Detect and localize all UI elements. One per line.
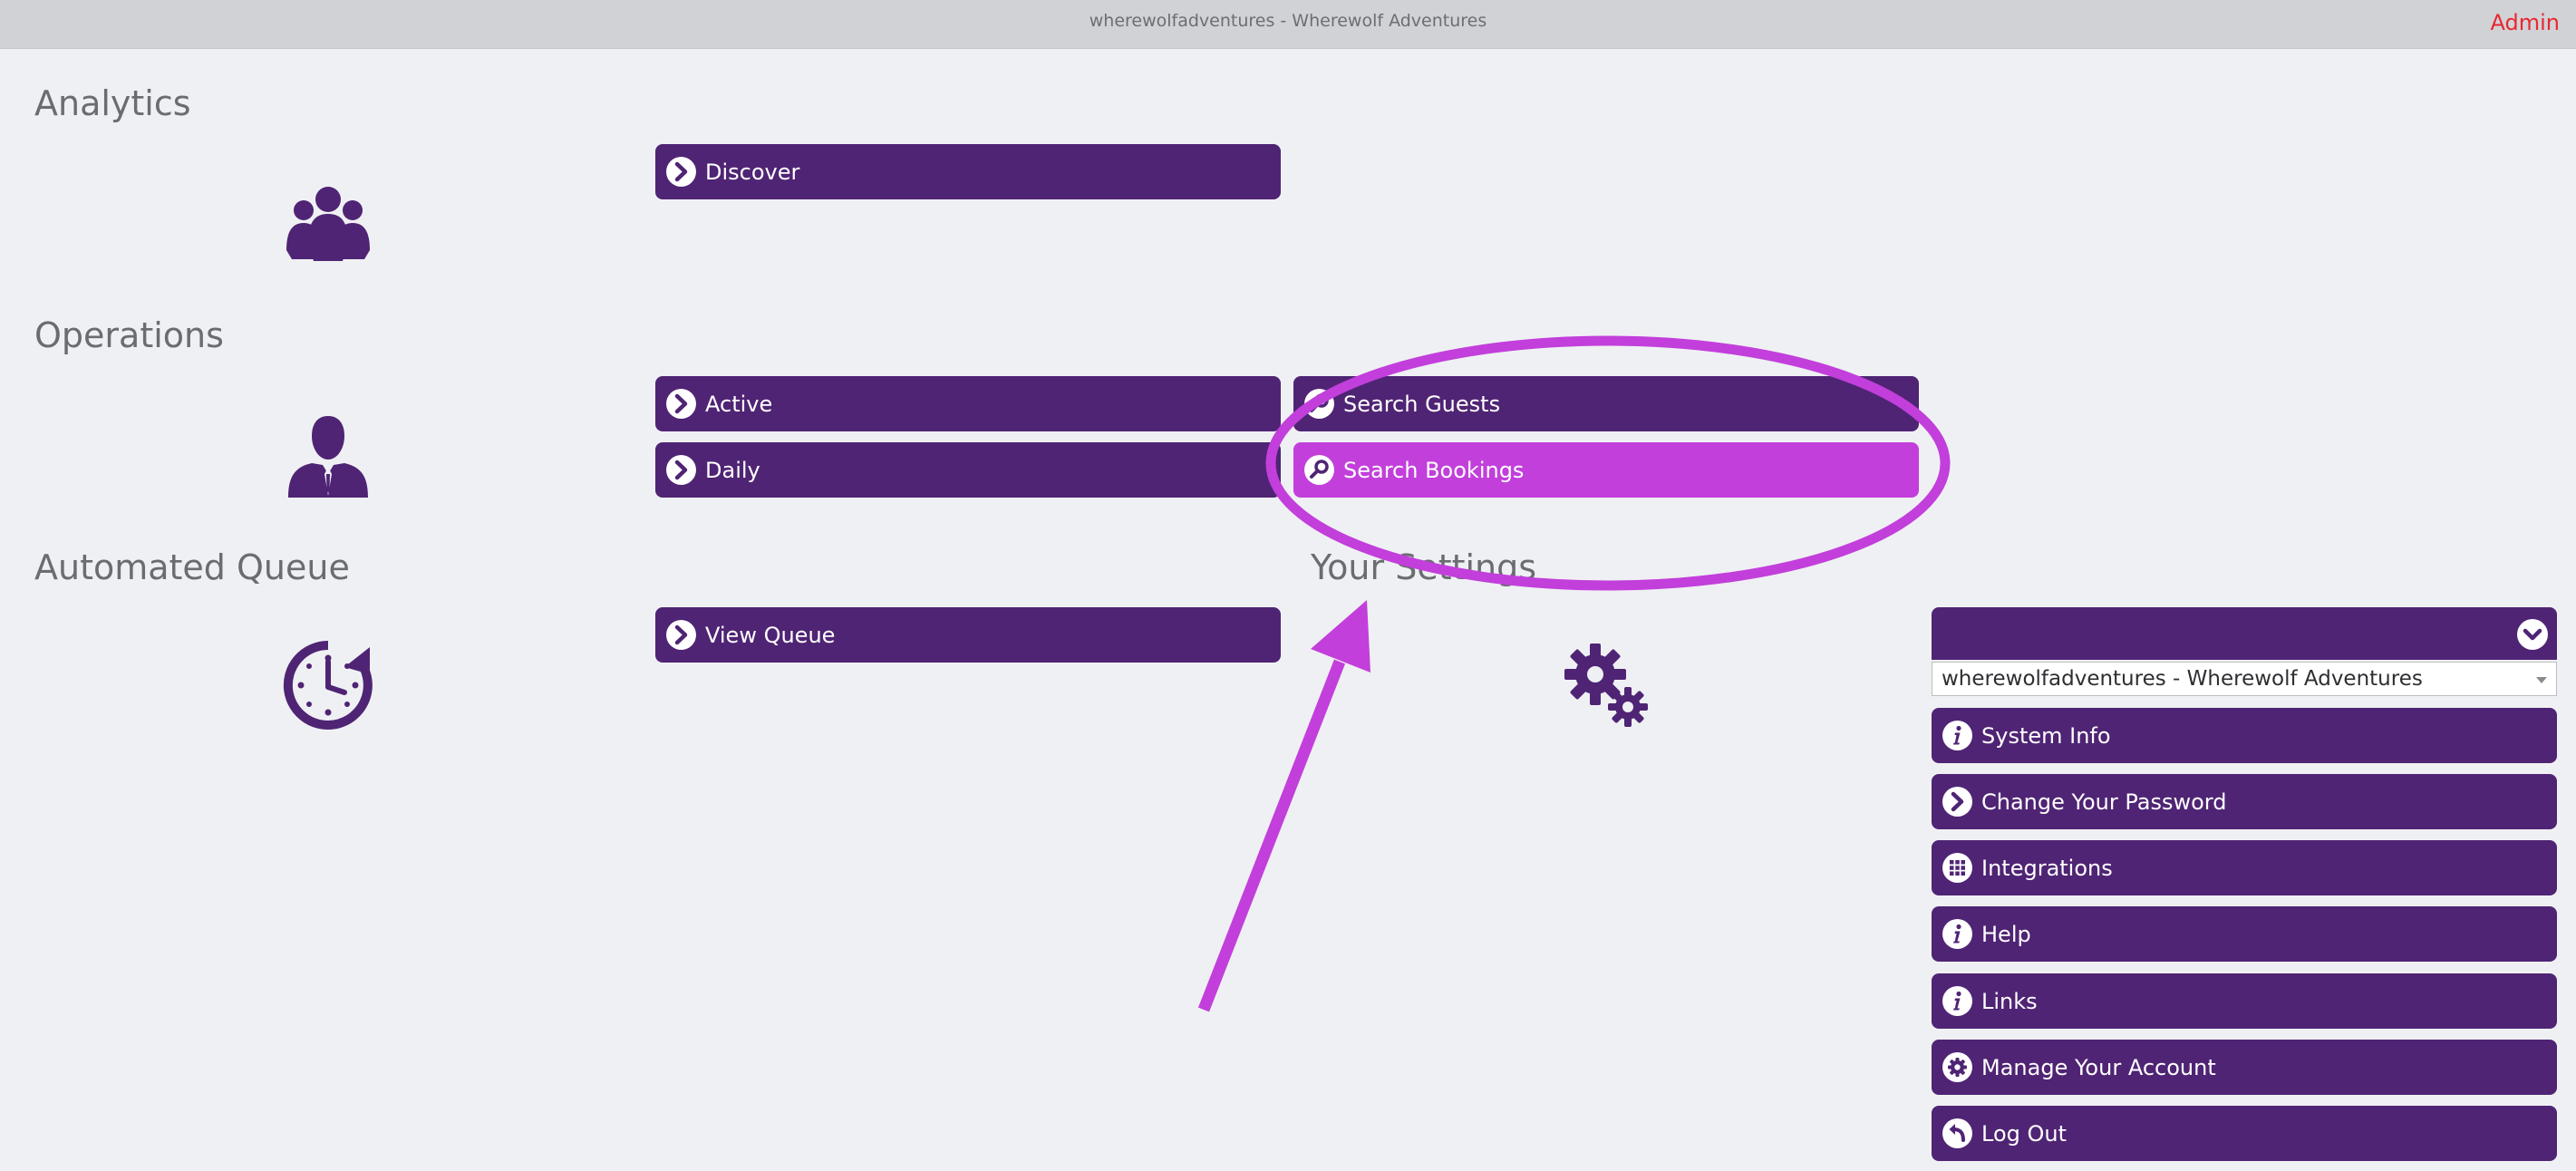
account-dropdown-header[interactable]: [1932, 607, 2557, 660]
log-out-button[interactable]: Log Out: [1932, 1106, 2557, 1161]
operations-heading: Operations: [34, 315, 224, 355]
account-select-value: wherewolfadventures - Wherewolf Adventur…: [1942, 667, 2423, 691]
manage-account-label: Manage Your Account: [1981, 1054, 2216, 1080]
account-select[interactable]: wherewolfadventures - Wherewolf Adventur…: [1932, 662, 2557, 696]
integrations-button[interactable]: Integrations: [1932, 840, 2557, 895]
window-title: wherewolfadventures - Wherewolf Adventur…: [1089, 11, 1487, 31]
person-icon: [288, 416, 368, 498]
links-button[interactable]: Links: [1932, 973, 2557, 1029]
info-icon: [1942, 919, 1972, 949]
active-label: Active: [705, 391, 773, 417]
clock-history-icon: [283, 640, 373, 730]
search-guests-label: Search Guests: [1343, 391, 1501, 417]
automated-queue-heading: Automated Queue: [34, 547, 350, 587]
chevron-right-icon: [666, 455, 696, 485]
logout-icon: [1942, 1118, 1972, 1148]
active-button[interactable]: Active: [655, 376, 1281, 431]
gear-icon: [1942, 1052, 1972, 1082]
chevron-down-icon[interactable]: [2517, 619, 2548, 650]
annotation-arrow-shaft: [1197, 659, 1346, 1012]
info-icon: [1942, 986, 1972, 1016]
annotation-arrow-head: [1311, 600, 1370, 673]
daily-label: Daily: [705, 457, 760, 483]
change-password-label: Change Your Password: [1981, 789, 2227, 815]
log-out-label: Log Out: [1981, 1120, 2068, 1147]
chevron-right-icon: [666, 157, 696, 187]
change-password-button[interactable]: Change Your Password: [1932, 774, 2557, 829]
integrations-label: Integrations: [1981, 855, 2113, 881]
links-label: Links: [1981, 988, 2038, 1014]
grid-icon: [1942, 853, 1972, 883]
manage-account-button[interactable]: Manage Your Account: [1932, 1040, 2557, 1095]
system-info-label: System Info: [1981, 722, 2111, 749]
gears-icon: [1564, 644, 1648, 727]
view-queue-button[interactable]: View Queue: [655, 607, 1281, 663]
chevron-right-icon: [666, 620, 696, 650]
chevron-right-icon: [666, 389, 696, 419]
search-bookings-label: Search Bookings: [1343, 457, 1525, 483]
analytics-heading: Analytics: [34, 83, 191, 123]
discover-label: Discover: [705, 159, 800, 185]
view-queue-label: View Queue: [705, 622, 836, 648]
search-icon: [1304, 455, 1334, 485]
users-group-icon: [286, 187, 370, 261]
system-info-button[interactable]: System Info: [1932, 708, 2557, 763]
help-button[interactable]: Help: [1932, 906, 2557, 962]
help-label: Help: [1981, 921, 2031, 947]
select-caret-icon: [2536, 677, 2547, 683]
discover-button[interactable]: Discover: [655, 144, 1281, 199]
search-bookings-button[interactable]: Search Bookings: [1293, 442, 1919, 498]
info-icon: [1942, 721, 1972, 750]
search-guests-button[interactable]: Search Guests: [1293, 376, 1919, 431]
admin-link[interactable]: Admin: [2491, 10, 2561, 35]
settings-heading: Your Settings: [1311, 547, 1537, 587]
title-bar: wherewolfadventures - Wherewolf Adventur…: [0, 0, 2576, 49]
daily-button[interactable]: Daily: [655, 442, 1281, 498]
chevron-right-icon: [1942, 787, 1972, 817]
search-icon: [1304, 389, 1334, 419]
